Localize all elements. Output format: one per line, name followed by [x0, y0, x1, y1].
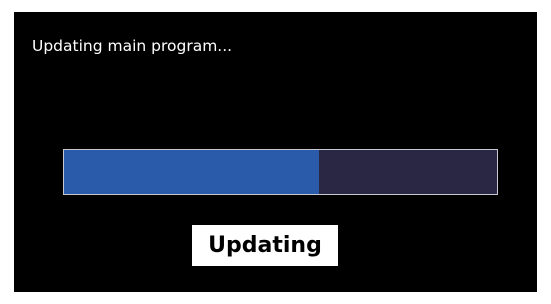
progress-bar: [63, 149, 498, 195]
status-label: Updating: [208, 233, 322, 258]
status-indicator: Updating: [190, 223, 340, 268]
update-screen: Updating main program... Updating: [14, 12, 537, 292]
progress-bar-fill: [64, 150, 320, 194]
update-message: Updating main program...: [32, 37, 233, 55]
